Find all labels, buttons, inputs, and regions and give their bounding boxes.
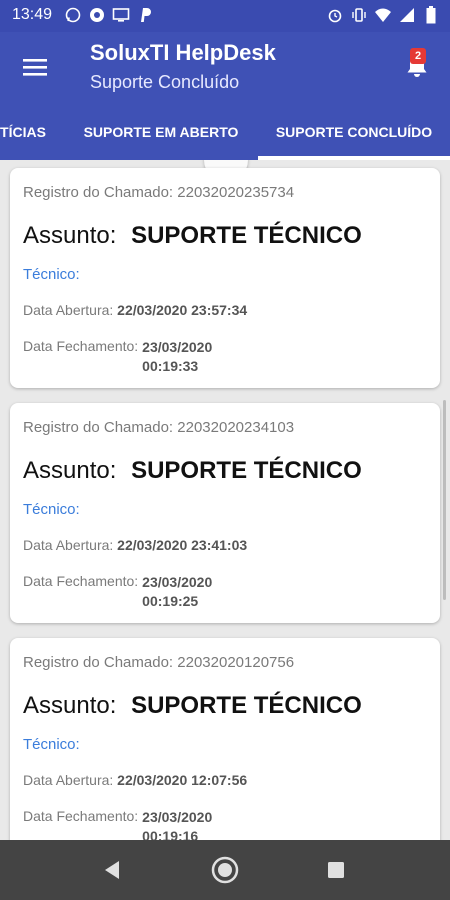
vibrate-icon xyxy=(350,6,368,24)
ticket-assunto: Assunto: SUPORTE TÉCNICO xyxy=(23,692,362,720)
ticket-abertura: Data Abertura: 22/03/2020 23:41:03 xyxy=(23,537,247,553)
menu-button[interactable] xyxy=(20,52,50,82)
notification-badge: 2 xyxy=(410,48,426,64)
tecnico-label: Técnico: xyxy=(23,501,80,518)
ticket-fechamento: Data Fechamento: 23/03/2020 00:19:25 xyxy=(23,573,212,611)
ticket-fechamento: Data Fechamento: 23/03/2020 00:19:16 xyxy=(23,808,212,840)
ticket-abertura: Data Abertura: 22/03/2020 12:07:56 xyxy=(23,772,247,788)
registro-label: Registro do Chamado: xyxy=(23,419,174,436)
scrollbar[interactable] xyxy=(443,400,446,600)
tab-suporte-concluido[interactable]: SUPORTE CONCLUÍDO xyxy=(258,104,450,160)
ticket-list[interactable]: Registro do Chamado: 22032020235734 Assu… xyxy=(0,160,450,840)
abertura-label: Data Abertura: xyxy=(23,537,114,553)
tecnico-label: Técnico: xyxy=(23,736,80,753)
ticket-registro: Registro do Chamado: 22032020120756 xyxy=(23,654,294,671)
tab-suporte-em-aberto[interactable]: SUPORTE EM ABERTO xyxy=(66,104,256,160)
app-title: SoluxTI HelpDesk xyxy=(90,40,276,65)
wifi-icon xyxy=(374,6,392,24)
registro-value: 22032020120756 xyxy=(177,654,295,671)
abertura-label: Data Abertura: xyxy=(23,772,114,788)
assunto-value: SUPORTE TÉCNICO xyxy=(131,457,362,484)
tab-noticias[interactable]: TÍCIAS xyxy=(0,104,56,160)
ticket-card[interactable]: Registro do Chamado: 22032020235734 Assu… xyxy=(10,168,440,388)
tecnico-label: Técnico: xyxy=(23,266,80,283)
system-nav-bar xyxy=(0,840,450,900)
ticket-fechamento: Data Fechamento: 23/03/2020 00:19:33 xyxy=(23,338,212,376)
fechamento-time: 00:19:16 xyxy=(142,828,199,840)
app-subtitle: Suporte Concluído xyxy=(90,72,240,92)
fechamento-time: 00:19:33 xyxy=(142,358,199,374)
home-button[interactable] xyxy=(211,856,239,884)
fechamento-date: 23/03/2020 xyxy=(142,809,213,825)
status-time: 13:49 xyxy=(12,6,53,23)
fechamento-label: Data Fechamento: xyxy=(23,573,139,589)
recents-icon[interactable] xyxy=(326,860,346,880)
assunto-label: Assunto: xyxy=(23,692,117,719)
fechamento-time: 00:19:25 xyxy=(142,593,199,609)
back-icon[interactable] xyxy=(101,859,123,881)
chrome-icon xyxy=(88,6,106,24)
hamburger-menu-icon[interactable] xyxy=(20,52,50,82)
assunto-value: SUPORTE TÉCNICO xyxy=(131,222,362,249)
assunto-label: Assunto: xyxy=(23,222,117,249)
back-button[interactable] xyxy=(98,856,126,884)
registro-label: Registro do Chamado: xyxy=(23,184,174,201)
paypal-icon xyxy=(136,6,154,24)
fechamento-date: 23/03/2020 xyxy=(142,574,213,590)
cast-icon xyxy=(112,6,130,24)
ticket-abertura: Data Abertura: 22/03/2020 23:57:34 xyxy=(23,302,247,318)
whatsapp-icon xyxy=(64,6,82,24)
status-bar: 13:49 xyxy=(0,0,450,32)
fechamento-label: Data Fechamento: xyxy=(23,808,139,824)
fechamento-label: Data Fechamento: xyxy=(23,338,139,354)
home-icon[interactable] xyxy=(211,856,239,884)
registro-value: 22032020234103 xyxy=(177,419,295,436)
app-bar: SoluxTI HelpDesk Suporte Concluído 2 xyxy=(0,32,450,104)
ticket-card[interactable]: Registro do Chamado: 22032020120756 Assu… xyxy=(10,638,440,840)
signal-icon xyxy=(398,6,416,24)
registro-value: 22032020235734 xyxy=(177,184,295,201)
ticket-registro: Registro do Chamado: 22032020235734 xyxy=(23,184,294,201)
abertura-value: 22/03/2020 12:07:56 xyxy=(117,772,248,788)
ticket-assunto: Assunto: SUPORTE TÉCNICO xyxy=(23,222,362,250)
assunto-label: Assunto: xyxy=(23,457,117,484)
alarm-icon xyxy=(326,6,344,24)
abertura-label: Data Abertura: xyxy=(23,302,114,318)
registro-label: Registro do Chamado: xyxy=(23,654,174,671)
abertura-value: 22/03/2020 23:41:03 xyxy=(117,537,248,553)
tab-bar: TÍCIAS SUPORTE EM ABERTO SUPORTE CONCLUÍ… xyxy=(0,104,450,160)
battery-icon xyxy=(422,6,440,24)
assunto-value: SUPORTE TÉCNICO xyxy=(131,692,362,719)
fechamento-date: 23/03/2020 xyxy=(142,339,213,355)
ticket-registro: Registro do Chamado: 22032020234103 xyxy=(23,419,294,436)
recents-button[interactable] xyxy=(322,856,350,884)
abertura-value: 22/03/2020 23:57:34 xyxy=(117,302,248,318)
ticket-assunto: Assunto: SUPORTE TÉCNICO xyxy=(23,457,362,485)
ticket-card[interactable]: Registro do Chamado: 22032020234103 Assu… xyxy=(10,403,440,623)
